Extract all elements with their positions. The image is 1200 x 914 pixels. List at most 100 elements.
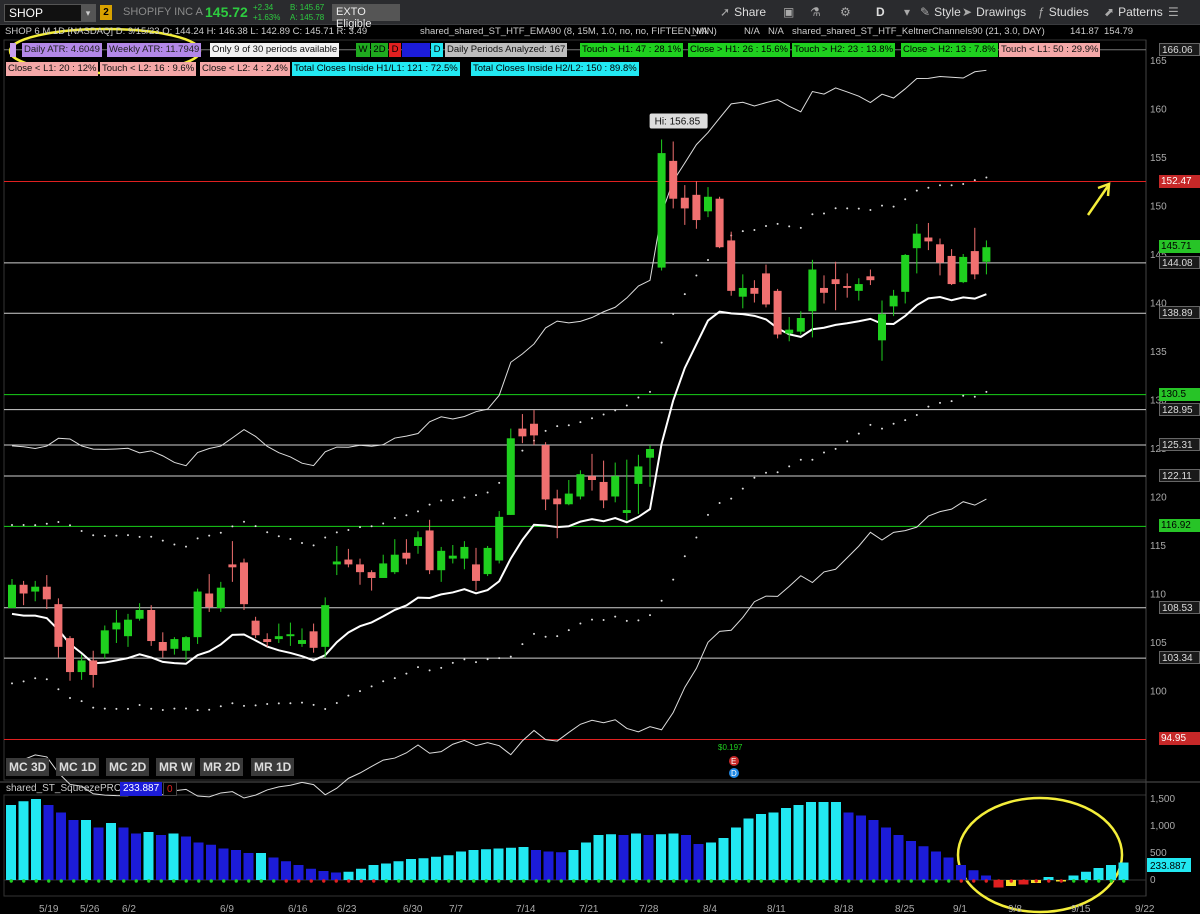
keltner-upper-dot [579,421,582,424]
squeeze-study-label[interactable]: shared_ST_SqueezePRO [6,783,122,794]
mc-3d-button[interactable]: MC 3D [6,758,50,776]
date-tick: 6/23 [337,904,357,914]
ohlc-date: D: 9/15/23 [115,26,160,37]
share-button[interactable]: ➚ Share [720,3,766,22]
ema-study-label[interactable]: shared_shared_ST_HTF_EMA90 (8, 15M, 1.0,… [420,26,717,37]
squeeze-dot [1047,879,1051,883]
keltner-upper-dot [34,524,37,527]
keltner-upper-dot [649,390,651,393]
squeeze-tick: 0 [1150,875,1156,886]
price-tick: 120 [1150,493,1167,504]
squeeze-dot [922,879,926,883]
keltner-upper-dot [788,225,791,228]
patterns-icon: ⬈ [1104,5,1115,19]
candle-body [8,584,16,609]
squeeze-dot [9,879,13,883]
squeeze-bar [593,835,604,880]
price-tick: 150 [1150,202,1167,213]
earnings-e-letter: E [731,757,736,766]
squeeze-bar [431,856,441,880]
keltner-lower-dot [753,476,756,479]
symbol-input[interactable]: SHOP ▾ [4,4,96,22]
price-tick: 165 [1150,56,1167,67]
date-tick: 6/2 [122,904,136,914]
squeeze-bar [568,850,579,880]
keltner-lower-dot [498,657,501,660]
keltner-upper-dot [927,186,930,189]
squeeze-bar [481,849,491,880]
drawings-button[interactable]: ➤ Drawings [962,3,1026,22]
squeeze-dot [847,879,851,883]
squeeze-dot [47,879,51,883]
mr-1d-button[interactable]: MR 1D [251,758,295,776]
date-tick: 8/4 [703,904,717,914]
snapshot-button[interactable]: ▣ [783,3,801,22]
touch-h1-label: Touch > H1: 47 : 28.1% [580,43,684,57]
keltner-upper-dot [857,207,860,210]
keltner-lower-dot [950,400,953,403]
period-dropdown[interactable]: ▾ [904,3,918,22]
squeeze-bar [606,834,616,880]
period-button[interactable]: D [876,3,885,22]
mc-1d-button[interactable]: MC 1D [56,758,100,776]
mc-2d-button[interactable]: MC 2D [106,758,150,776]
keltner-mid-value: 154.79 [1104,26,1134,37]
keltner-lower-dot [533,632,535,635]
candle-body [692,194,701,221]
keltner-upper-dot [208,534,211,537]
settings-button[interactable]: ⚙ [840,3,858,22]
price-chart[interactable]: 1651601551501451401351301251201151101051… [0,25,1200,914]
symbol-dropdown-icon[interactable]: ▾ [81,5,95,21]
squeeze-dot [747,879,751,883]
keltner-lower-dot [869,423,872,426]
squeeze-bar [1081,871,1091,880]
squeeze-tick: 500 [1150,848,1167,859]
link-group-badge[interactable]: 2 [100,5,112,20]
keltner-lower-dot [301,701,303,704]
keltner-lower-dot [92,706,95,709]
date-tick: 9/1 [953,904,967,914]
keltner-lower-dot [799,458,802,461]
chart-menu-button[interactable]: ☰ [1168,3,1186,22]
patterns-button[interactable]: ⬈ Patterns [1104,3,1163,22]
keltner-lower-dot [857,432,860,435]
keltner-lower-dot [312,703,315,706]
close-h2-label: Close > H2: 13 : 7.8% [901,43,998,57]
inside-h1l1-label: Total Closes Inside H1/L1: 121 : 72.5% [292,62,460,76]
squeeze-bar [968,870,979,880]
squeeze-dot [1022,879,1026,883]
candle-body [947,255,956,285]
squeeze-bar [43,805,54,880]
date-tick: 7/7 [449,904,463,914]
keltner-upper-dot [324,536,327,539]
keltner-lower-dot [915,413,918,416]
mr-2d-button[interactable]: MR 2D [200,758,244,776]
squeeze-bar [6,805,16,880]
weekly-atr-label: Weekly ATR: 11.7949 [107,43,202,57]
keltner-lower-dot [823,451,825,454]
keltner-study-label[interactable]: shared_shared_ST_HTF_KeltnerChannels90 (… [792,26,1045,37]
chart-title[interactable]: SHOP 6 M 1D [NASDAQ] [5,26,113,37]
price-tick: 135 [1150,347,1167,358]
squeeze-dot [797,879,801,883]
squeeze-bar [443,855,454,880]
keltner-lower-dot [266,703,269,706]
candle-body [263,639,272,642]
candle-body [808,269,817,312]
date-tick: 5/19 [39,904,59,914]
flask-button[interactable]: ⚗ [810,3,828,22]
candle-body [240,562,248,605]
keltner-upper-dot [277,535,280,538]
keltner-upper-dot [115,534,118,537]
style-button[interactable]: ✎ Style [920,3,961,22]
mr-w-button[interactable]: MR W [156,758,196,776]
keltner-upper-dot [637,396,640,399]
candle-body [576,474,585,497]
candle-body [611,476,620,497]
squeeze-bar [931,851,941,880]
squeeze-bar [306,868,316,880]
candle-body [669,160,678,199]
studies-button[interactable]: ƒ Studies [1038,3,1089,22]
candle-body [402,552,411,559]
timeframe-blank-badge [402,43,430,57]
